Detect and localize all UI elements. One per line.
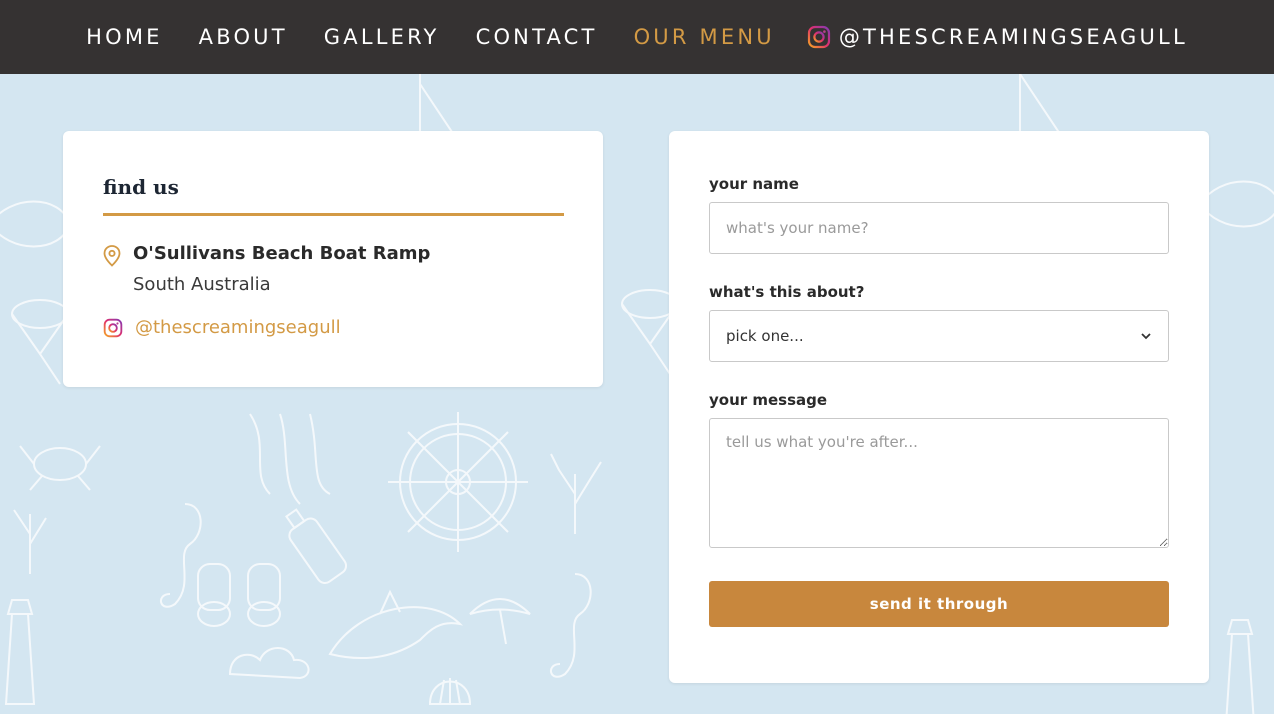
name-input[interactable] <box>709 202 1169 254</box>
ship-wheel-icon <box>388 412 528 552</box>
address-text: O'Sullivans Beach Boat Ramp South Austra… <box>133 243 430 295</box>
contact-form-card: your name what's this about? pick one...… <box>669 131 1209 683</box>
seahorse-icon <box>550 573 592 678</box>
coral-icon <box>550 453 602 534</box>
octopus-icon <box>249 413 331 505</box>
instagram-icon <box>807 25 830 49</box>
nav-instagram-handle: @THESCREAMINGSEAGULL <box>838 25 1188 49</box>
topic-label: what's this about? <box>709 283 865 301</box>
fish-icon <box>0 200 72 248</box>
topic-select-value: pick one... <box>726 327 804 345</box>
coral-icon <box>13 509 47 574</box>
crab-icon <box>19 445 101 491</box>
instagram-icon <box>103 318 123 337</box>
chevron-down-icon <box>1141 333 1151 340</box>
lighthouse-icon <box>1225 619 1255 714</box>
nav-link-our-menu[interactable]: OUR MENU <box>634 25 775 49</box>
instagram-handle-link[interactable]: @thescreamingseagull <box>135 317 341 338</box>
cloud-icon <box>228 647 310 680</box>
topic-select[interactable]: pick one... <box>709 310 1169 362</box>
nav-link-about[interactable]: ABOUT <box>199 25 288 49</box>
seahorse-icon <box>160 503 202 608</box>
find-us-title: find us <box>103 175 179 199</box>
nav-instagram-link[interactable]: @THESCREAMINGSEAGULL <box>807 25 1188 49</box>
instagram-row: @thescreamingseagull <box>103 317 341 338</box>
seagull-icon <box>469 598 531 645</box>
top-navbar: HOME ABOUT GALLERY CONTACT OUR MENU @THE… <box>0 0 1274 74</box>
binoculars-icon <box>197 563 281 627</box>
shell-icon <box>428 678 472 705</box>
message-textarea[interactable] <box>709 418 1169 548</box>
map-pin-icon <box>103 245 121 267</box>
address-block: O'Sullivans Beach Boat Ramp South Austra… <box>103 243 430 295</box>
address-name: O'Sullivans Beach Boat Ramp <box>133 243 431 264</box>
title-divider <box>103 213 564 216</box>
lighthouse-icon <box>4 599 36 705</box>
message-label: your message <box>709 391 828 409</box>
nav-items: HOME ABOUT GALLERY CONTACT OUR MENU @THE… <box>68 25 1206 49</box>
dolphin-icon <box>328 589 464 660</box>
nav-link-contact[interactable]: CONTACT <box>476 25 598 49</box>
find-us-card: find us O'Sullivans Beach Boat Ramp Sout… <box>63 131 603 387</box>
name-label: your name <box>709 175 799 193</box>
send-button[interactable]: send it through <box>709 581 1169 627</box>
bottle-icon <box>285 508 348 584</box>
nav-link-gallery[interactable]: GALLERY <box>324 25 440 49</box>
net-icon <box>11 299 69 385</box>
nav-link-home[interactable]: HOME <box>86 25 163 49</box>
address-region: South Australia <box>133 274 271 295</box>
